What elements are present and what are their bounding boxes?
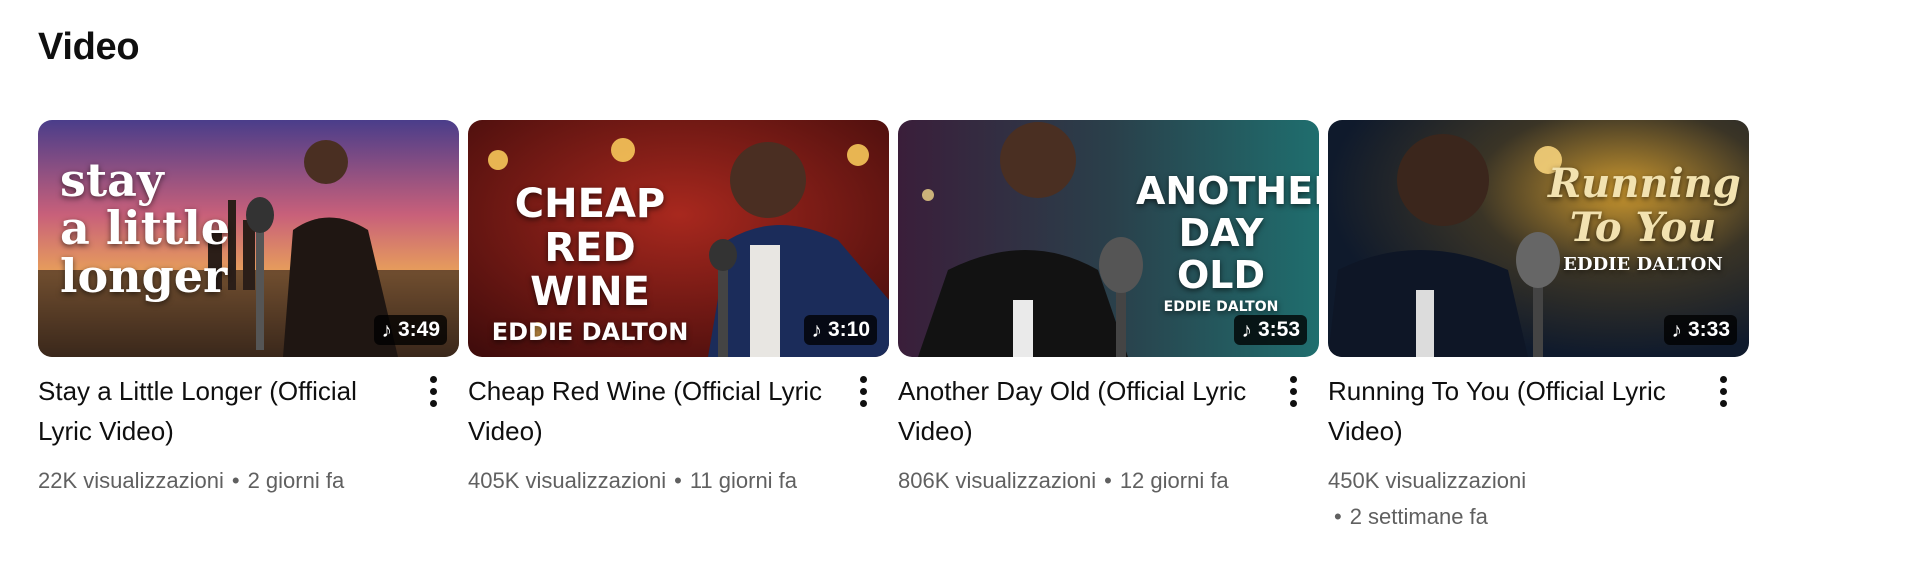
thumbnail-text-line: DAY OLD bbox=[1176, 211, 1266, 297]
view-count: 450K visualizzazioni bbox=[1328, 468, 1527, 493]
video-info: Another Day Old (Official Lyric Video) bbox=[898, 371, 1319, 451]
thumbnail-lyric-text: stay a little longer bbox=[60, 156, 230, 300]
thumbnail-text-line: Running bbox=[1548, 160, 1741, 207]
duration-badge: ♪ 3:53 bbox=[1234, 315, 1307, 345]
thumbnail-text-line: To You bbox=[1569, 204, 1717, 251]
thumbnail-artist: EDDIE DALTON bbox=[1563, 254, 1723, 275]
thumbnail-lyric-text: ANOTHER DAY OLD EDDIE DALTON bbox=[1136, 169, 1319, 318]
video-card: stay a little longer ♪ 3:49 Stay a Littl… bbox=[38, 120, 459, 535]
view-count: 806K visualizzazioni bbox=[898, 468, 1097, 493]
separator-dot: • bbox=[1104, 468, 1112, 493]
thumbnail-lyric-text: Running To You EDDIE DALTON bbox=[1548, 160, 1741, 280]
music-note-icon: ♪ bbox=[1241, 318, 1252, 342]
video-card: CHEAP RED WINE EDDIE DALTON ♪ 3:10 Cheap… bbox=[468, 120, 889, 535]
music-note-icon: ♪ bbox=[1671, 318, 1682, 342]
view-count: 405K visualizzazioni bbox=[468, 468, 667, 493]
video-meta: 806K visualizzazioni • 12 giorni fa bbox=[898, 463, 1319, 499]
video-info: Stay a Little Longer (Official Lyric Vid… bbox=[38, 371, 459, 451]
upload-age: 12 giorni fa bbox=[1119, 468, 1229, 493]
duration-badge: ♪ 3:33 bbox=[1664, 315, 1737, 345]
video-thumbnail[interactable]: CHEAP RED WINE EDDIE DALTON ♪ 3:10 bbox=[468, 120, 889, 357]
video-title[interactable]: Another Day Old (Official Lyric Video) bbox=[898, 371, 1279, 451]
separator-dot: • bbox=[674, 468, 682, 493]
duration-text: 3:33 bbox=[1687, 318, 1730, 341]
video-title[interactable]: Stay a Little Longer (Official Lyric Vid… bbox=[38, 371, 419, 451]
video-title[interactable]: Cheap Red Wine (Official Lyric Video) bbox=[468, 371, 849, 451]
separator-dot: • bbox=[231, 468, 240, 493]
thumbnail-text-line: stay bbox=[60, 153, 164, 207]
thumbnail-text-line: a little bbox=[60, 201, 231, 255]
more-vert-icon[interactable] bbox=[849, 371, 877, 411]
duration-badge: ♪ 3:49 bbox=[374, 315, 447, 345]
thumbnail-lyric-text: CHEAP RED WINE EDDIE DALTON bbox=[490, 182, 690, 350]
thumbnail-artist: EDDIE DALTON bbox=[491, 318, 689, 346]
duration-badge: ♪ 3:10 bbox=[804, 315, 877, 345]
video-title[interactable]: Running To You (Official Lyric Video) bbox=[1328, 371, 1709, 451]
video-info: Running To You (Official Lyric Video) bbox=[1328, 371, 1749, 451]
duration-text: 3:53 bbox=[1257, 318, 1300, 341]
video-card: ANOTHER DAY OLD EDDIE DALTON ♪ 3:53 Anot… bbox=[898, 120, 1319, 535]
video-info: Cheap Red Wine (Official Lyric Video) bbox=[468, 371, 889, 451]
music-note-icon: ♪ bbox=[381, 318, 392, 342]
more-vert-icon[interactable] bbox=[419, 371, 447, 411]
video-thumbnail[interactable]: ANOTHER DAY OLD EDDIE DALTON ♪ 3:53 bbox=[898, 120, 1319, 357]
video-row: stay a little longer ♪ 3:49 Stay a Littl… bbox=[38, 120, 1749, 535]
thumbnail-text-line: ANOTHER bbox=[1136, 169, 1319, 213]
video-meta: 405K visualizzazioni • 11 giorni fa bbox=[468, 463, 889, 499]
music-note-icon: ♪ bbox=[811, 318, 822, 342]
thumbnail-text-line: RED WINE bbox=[530, 225, 650, 315]
view-count: 22K visualizzazioni bbox=[38, 468, 224, 493]
more-vert-icon[interactable] bbox=[1279, 371, 1307, 411]
video-thumbnail[interactable]: stay a little longer ♪ 3:49 bbox=[38, 120, 459, 357]
upload-age: 2 giorni fa bbox=[247, 468, 345, 493]
separator-dot: • bbox=[1334, 504, 1342, 529]
more-vert-icon[interactable] bbox=[1709, 371, 1737, 411]
upload-age: 2 settimane fa bbox=[1349, 504, 1488, 529]
thumbnail-text-line: CHEAP bbox=[514, 181, 666, 227]
duration-text: 3:10 bbox=[827, 318, 870, 341]
upload-age: 11 giorni fa bbox=[689, 468, 798, 493]
thumbnail-text-line: longer bbox=[60, 249, 228, 303]
video-meta: 450K visualizzazioni • 2 settimane fa bbox=[1328, 463, 1628, 535]
video-meta: 22K visualizzazioni • 2 giorni fa bbox=[38, 463, 459, 499]
video-card: Running To You EDDIE DALTON ♪ 3:33 Runni… bbox=[1328, 120, 1749, 535]
duration-text: 3:49 bbox=[397, 318, 440, 341]
section-title: Video bbox=[38, 26, 140, 68]
video-thumbnail[interactable]: Running To You EDDIE DALTON ♪ 3:33 bbox=[1328, 120, 1749, 357]
